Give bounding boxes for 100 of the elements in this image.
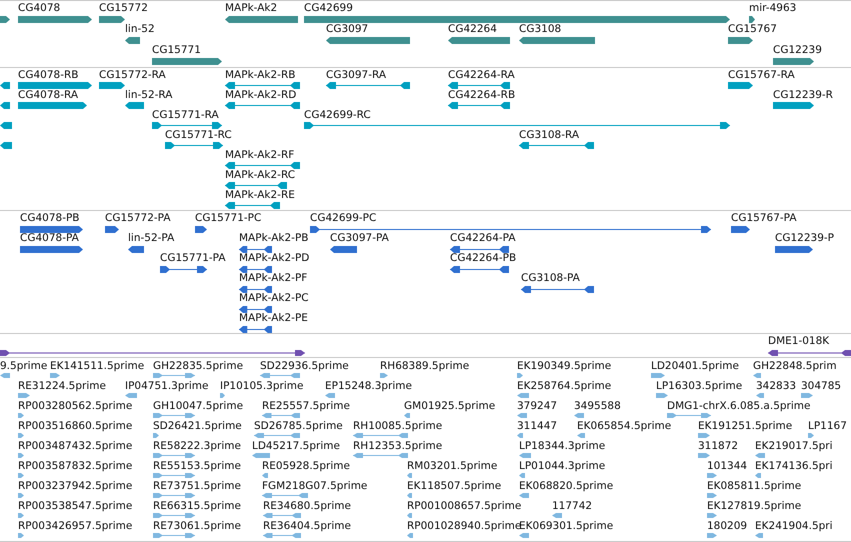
feature-label: EK127819.5prime — [707, 499, 802, 513]
feature-label: CG4078-PA — [20, 231, 79, 245]
feature-label: SD26785.5prime — [254, 419, 343, 433]
feature-label: MAPk-Ak2-RB — [225, 68, 296, 82]
feature-label: RP001008657.5prime — [407, 499, 522, 513]
feature-label: RE36404.5prime — [263, 519, 351, 533]
feature-label: EK219017.5pri — [755, 439, 833, 453]
feature-label: MAPk-Ak2-PE — [239, 311, 308, 325]
feature-label: GH10047.5prime — [153, 399, 244, 413]
feature-label: RE25557.5prime — [262, 399, 350, 413]
feature-label: CG4078-RB — [18, 68, 78, 82]
feature-label: DME1-018K — [768, 334, 830, 348]
feature-label: RP003426957.5prime — [18, 519, 132, 533]
feature-label: CG15771 — [152, 43, 201, 57]
feature-label: MAPk-Ak2-PB — [239, 231, 308, 245]
feature-label: CG15771-RC — [165, 128, 232, 142]
feature-label: EP15248.3prime — [325, 379, 412, 393]
feature-label: IP04751.3prime — [125, 379, 208, 393]
feature-label: DMG1-chrX.6.085.a.5prime — [667, 399, 810, 413]
feature-label: EK191251.5prime — [698, 419, 792, 433]
feature-label: 101344 — [707, 459, 748, 473]
feature-label: RE31224.5prime — [18, 379, 106, 393]
feature-label: 342833 — [756, 379, 796, 393]
feature-label: RH10085.5prime — [353, 419, 442, 433]
feature-label: CG42264-RB — [448, 88, 516, 102]
feature-label: EK068820.5prime — [519, 479, 614, 493]
feature-label: CG12239 — [773, 43, 822, 57]
feature-label: FGM218G07.5prime — [262, 479, 368, 493]
feature-label: CG15771-PA — [160, 251, 226, 265]
feature-label: RE58222.3prime — [153, 439, 241, 453]
feature-label: CG15772 — [99, 1, 148, 15]
feature-label: 117742 — [552, 499, 592, 513]
feature-label: RE73751.5prime — [153, 479, 241, 493]
feature-label: 180209 — [707, 519, 748, 533]
feature-label: RH12353.5prime — [353, 439, 442, 453]
feature-label: EK241904.5pri — [755, 519, 833, 533]
feature-label: RP001028940.5prime — [407, 519, 522, 533]
feature-label: CG42699-RC — [304, 108, 371, 122]
feature-label: CG15771-RA — [152, 108, 219, 122]
feature-label: RE55153.5prime — [153, 459, 241, 473]
feature-label: RP003587832.5prime — [18, 459, 132, 473]
feature-label: LP01044.3prime — [519, 459, 606, 473]
feature-label: SD26421.5prime — [153, 419, 242, 433]
feature-label: CG15771-PC — [195, 211, 262, 225]
feature-label: MAPk-Ak2-RF — [225, 148, 294, 162]
feature-label: CG42264 — [448, 22, 497, 36]
feature-label: CG4078 — [18, 1, 60, 15]
feature-label: RE34680.5prime — [263, 499, 351, 513]
feature-label: GM01925.5prime — [404, 399, 496, 413]
feature-label: 3495588 — [574, 399, 621, 413]
feature-label: CG12239-R — [773, 88, 833, 102]
feature-label: RM03201.5prime — [407, 459, 498, 473]
feature-label: 304785 — [801, 379, 842, 393]
feature-label: MAPk-Ak2-RE — [225, 188, 295, 202]
feature-label: LD45217.5prime — [252, 439, 340, 453]
feature-label: EK118507.5prime — [407, 479, 502, 493]
feature-label: LP16303.5prime — [656, 379, 742, 393]
feature-label: CG3108-RA — [519, 128, 580, 142]
feature-label: CG15767-RA — [728, 68, 795, 82]
feature-label: CG42699 — [304, 1, 353, 15]
feature-label: CG42264-RA — [448, 68, 515, 82]
feature-label: CG3108 — [519, 22, 562, 36]
feature-label: MAPk-Ak2-PF — [239, 271, 308, 285]
feature-label: LP1167 — [808, 419, 847, 433]
feature-label: MAPk-Ak2-PD — [239, 251, 310, 265]
feature-label: CG42264-PA — [450, 231, 516, 245]
feature-label: RP003487432.5prime — [18, 439, 132, 453]
feature-label: 311447 — [517, 419, 558, 433]
feature-label: 311872 — [698, 439, 738, 453]
feature-label: CG15772-RA — [99, 68, 166, 82]
feature-label: 9.5prime — [0, 359, 48, 373]
feature-label: RP003280562.5prime — [18, 399, 132, 413]
feature-label: RP003237942.5prime — [18, 479, 132, 493]
feature-label: EK069301.5prime — [519, 519, 614, 533]
feature-label: CG4078-PB — [20, 211, 80, 225]
feature-label: mir-4963 — [749, 1, 796, 15]
feature-label: CG42699-PC — [310, 211, 376, 225]
feature-label: CG15767-PA — [731, 211, 797, 225]
feature-label: SD22936.5prime — [260, 359, 349, 373]
feature-label: RH68389.5prime — [380, 359, 470, 373]
feature-label: RE05928.5prime — [262, 459, 350, 473]
feature-label: lin-52 — [125, 22, 155, 36]
feature-label: CG42264-PB — [450, 251, 516, 265]
feature-label: EK065854.5prime — [577, 419, 672, 433]
feature-label: RP003538547.5prime — [18, 499, 132, 513]
feature-label: CG3108-PA — [521, 271, 580, 285]
feature-label: MAPk-Ak2-RD — [225, 88, 296, 102]
feature-label: EK258764.5prime — [517, 379, 612, 393]
feature-label: GH22848.5prim — [753, 359, 837, 373]
feature-label: RE73061.5prime — [153, 519, 241, 533]
feature-label: CG15772-PA — [105, 211, 171, 225]
feature-label: EK190349.5prime — [517, 359, 612, 373]
feature-label: CG4078-RA — [18, 88, 78, 102]
feature-label: EK174136.5pri — [755, 459, 833, 473]
feature-label: CG3097-PA — [330, 231, 389, 245]
feature-label: CG3097-RA — [326, 68, 386, 82]
feature-label: RP003516860.5prime — [18, 419, 132, 433]
feature-label: MAPk-Ak2-RC — [225, 168, 296, 182]
feature-label: CG12239-P — [775, 231, 834, 245]
feature-label: LP18344.3prime — [519, 439, 606, 453]
